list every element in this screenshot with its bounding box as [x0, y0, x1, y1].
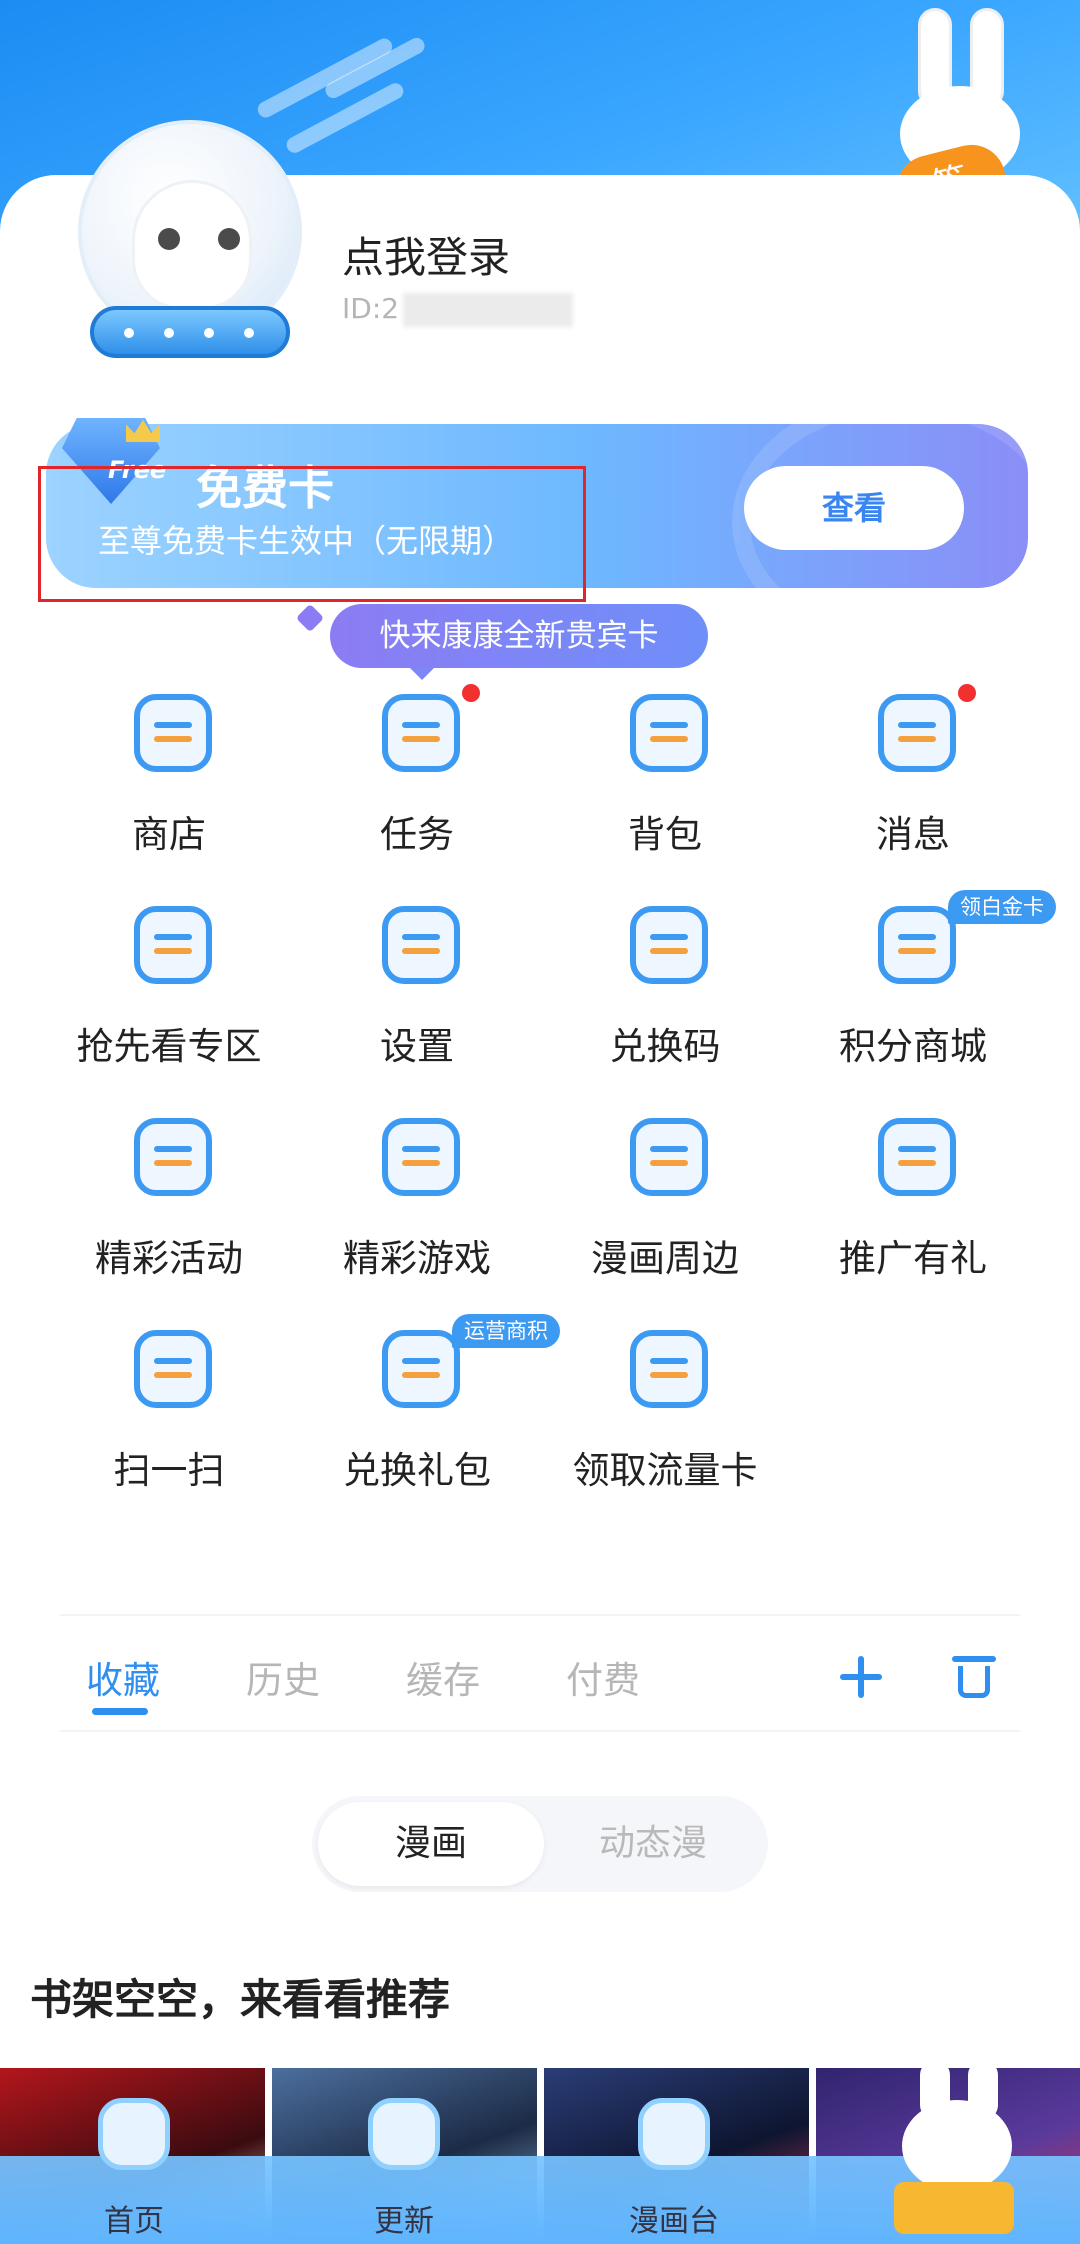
update-icon: [368, 2098, 440, 2170]
nav-home[interactable]: 首页: [34, 2098, 234, 2244]
tab-history[interactable]: 历史: [246, 1650, 320, 1704]
grid-item-merch[interactable]: 漫画周边: [540, 1118, 790, 1298]
tab-favorites[interactable]: 收藏: [86, 1650, 160, 1704]
grid-item-activities[interactable]: 精彩活动: [44, 1118, 294, 1298]
login-link[interactable]: 点我登录: [342, 224, 510, 285]
data-ticket-icon: [630, 1330, 708, 1408]
grid-item-games[interactable]: 精彩游戏: [292, 1118, 542, 1298]
backpack-icon: [630, 694, 708, 772]
preview-ticket-icon: [134, 906, 212, 984]
grid-item-referral[interactable]: 推广有礼: [788, 1118, 1038, 1298]
star-bag-icon: [134, 1118, 212, 1196]
tab-paid[interactable]: 付费: [566, 1650, 640, 1704]
grid-item-gift-pack[interactable]: 运营商积 兑换礼包: [292, 1314, 560, 1510]
tab-cache[interactable]: 缓存: [406, 1650, 480, 1704]
segment-animated-comics[interactable]: 动态漫: [544, 1802, 762, 1886]
notification-dot: [462, 684, 480, 702]
nav-comic-stage[interactable]: 漫画台: [574, 2098, 774, 2244]
grid-item-points-mall[interactable]: 领白金卡 积分商城: [788, 890, 1056, 1086]
grid-item-scan[interactable]: 扫一扫: [44, 1330, 294, 1510]
redeem-code-icon: [630, 906, 708, 984]
settings-icon: [382, 906, 460, 984]
points-mall-icon: [878, 906, 956, 984]
grid-item-redeem-code[interactable]: 兑换码: [540, 906, 790, 1086]
gamepad-icon: [382, 1118, 460, 1196]
recommend-title: 书架空空，来看看推荐: [30, 1975, 451, 2024]
grid-item-messages[interactable]: 消息: [788, 684, 1038, 874]
grid-item-store[interactable]: 商店: [44, 694, 294, 874]
trash-icon[interactable]: [952, 1652, 996, 1698]
avatar[interactable]: [72, 120, 308, 358]
vip-card-tooltip[interactable]: 快来康康全新贵宾卡: [330, 604, 708, 680]
home-icon: [98, 2098, 170, 2170]
scan-icon: [134, 1330, 212, 1408]
grid-item-tasks[interactable]: 任务: [292, 684, 542, 874]
grid-item-data-card[interactable]: 领取流量卡: [540, 1330, 790, 1510]
comic-stage-icon: [638, 2098, 710, 2170]
active-tab-indicator: [92, 1708, 148, 1715]
gift-pouch-icon: [382, 1330, 460, 1408]
heart-envelope-icon: [878, 1118, 956, 1196]
shopping-bag-icon: [630, 1118, 708, 1196]
notification-dot: [958, 684, 976, 702]
grid-item-backpack[interactable]: 背包: [540, 694, 790, 874]
highlight-box: [38, 466, 586, 602]
message-icon: [878, 694, 956, 772]
segment-comics[interactable]: 漫画: [318, 1802, 544, 1886]
tasks-icon: [382, 694, 460, 772]
nav-updates[interactable]: 更新: [304, 2098, 504, 2244]
view-card-button[interactable]: 查看: [744, 466, 964, 550]
grid-item-preview-zone[interactable]: 抢先看专区: [44, 906, 294, 1086]
user-id: ID:2: [342, 292, 574, 327]
store-icon: [134, 694, 212, 772]
add-icon[interactable]: [838, 1654, 884, 1700]
grid-item-settings[interactable]: 设置: [292, 906, 542, 1086]
promo-badge: 领白金卡: [948, 890, 1056, 924]
reading-rabbit-icon[interactable]: [884, 2060, 1034, 2244]
user-id-redaction: [403, 293, 574, 327]
